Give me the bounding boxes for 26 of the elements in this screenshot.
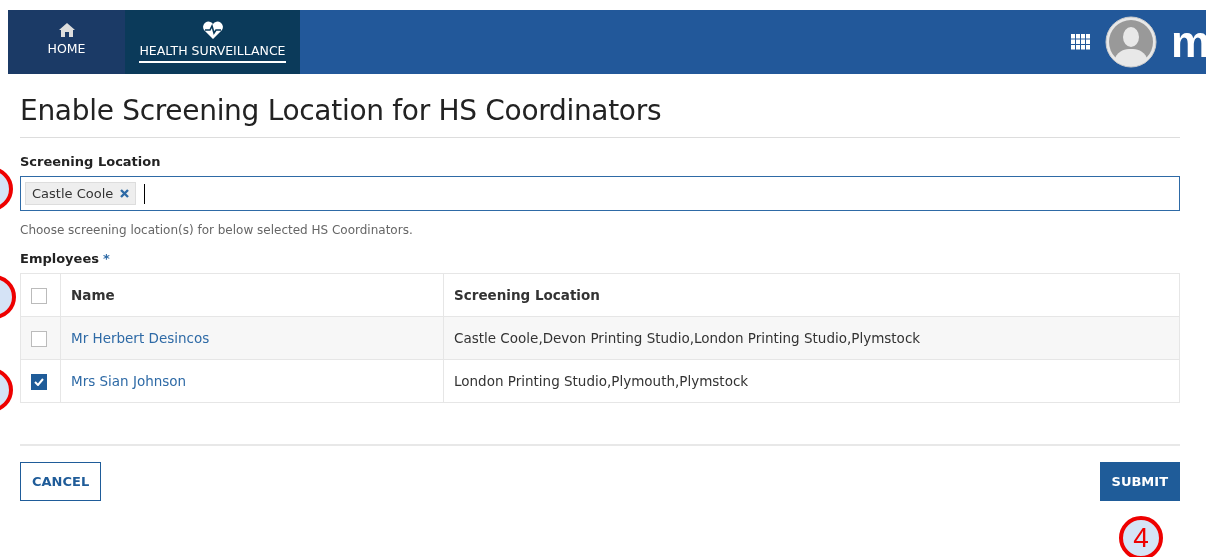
row-checkbox[interactable] <box>31 330 47 347</box>
column-header: Screening Location <box>443 273 1180 317</box>
apps-grid-icon[interactable] <box>1070 34 1091 50</box>
column-header: Name <box>60 273 444 317</box>
remove-icon[interactable] <box>120 189 130 198</box>
checkmark-icon <box>34 377 44 386</box>
nav-tab[interactable]: HOME <box>8 10 125 74</box>
table-cell: Castle Coole,Devon Printing Studio,London Printing Studio,Plymstock <box>443 316 1180 360</box>
home-icon <box>58 23 75 37</box>
cancel-button[interactable]: CANCEL <box>20 462 102 501</box>
avatar-icon[interactable] <box>1104 16 1157 68</box>
tag-label: Castle Coole <box>32 186 114 201</box>
field-label: Employees * <box>20 251 111 266</box>
nav-tab[interactable]: HEALTH SURVEILLANCE <box>125 10 300 74</box>
employee-link[interactable]: Mrs Sian Johnson <box>71 373 187 389</box>
screening-location-field[interactable]: Castle Coole <box>20 176 1180 211</box>
row-checkbox[interactable] <box>31 373 47 390</box>
select-all-checkbox[interactable] <box>31 287 47 304</box>
employee-link[interactable]: Mr Herbert Desincos <box>71 330 210 346</box>
help-text: Choose screening location(s) for below selected HS Coordinators. <box>20 223 414 237</box>
page-title: Enable Screening Location for HS Coordinators <box>20 94 1180 138</box>
table-cell: London Printing Studio,Plymouth,Plymstock <box>443 359 1180 403</box>
step-number-marker: 4 <box>1119 516 1163 557</box>
heartbeat-icon <box>201 21 224 39</box>
submit-button[interactable]: SUBMIT <box>1099 462 1180 501</box>
field-label: Screening Location <box>20 154 162 169</box>
